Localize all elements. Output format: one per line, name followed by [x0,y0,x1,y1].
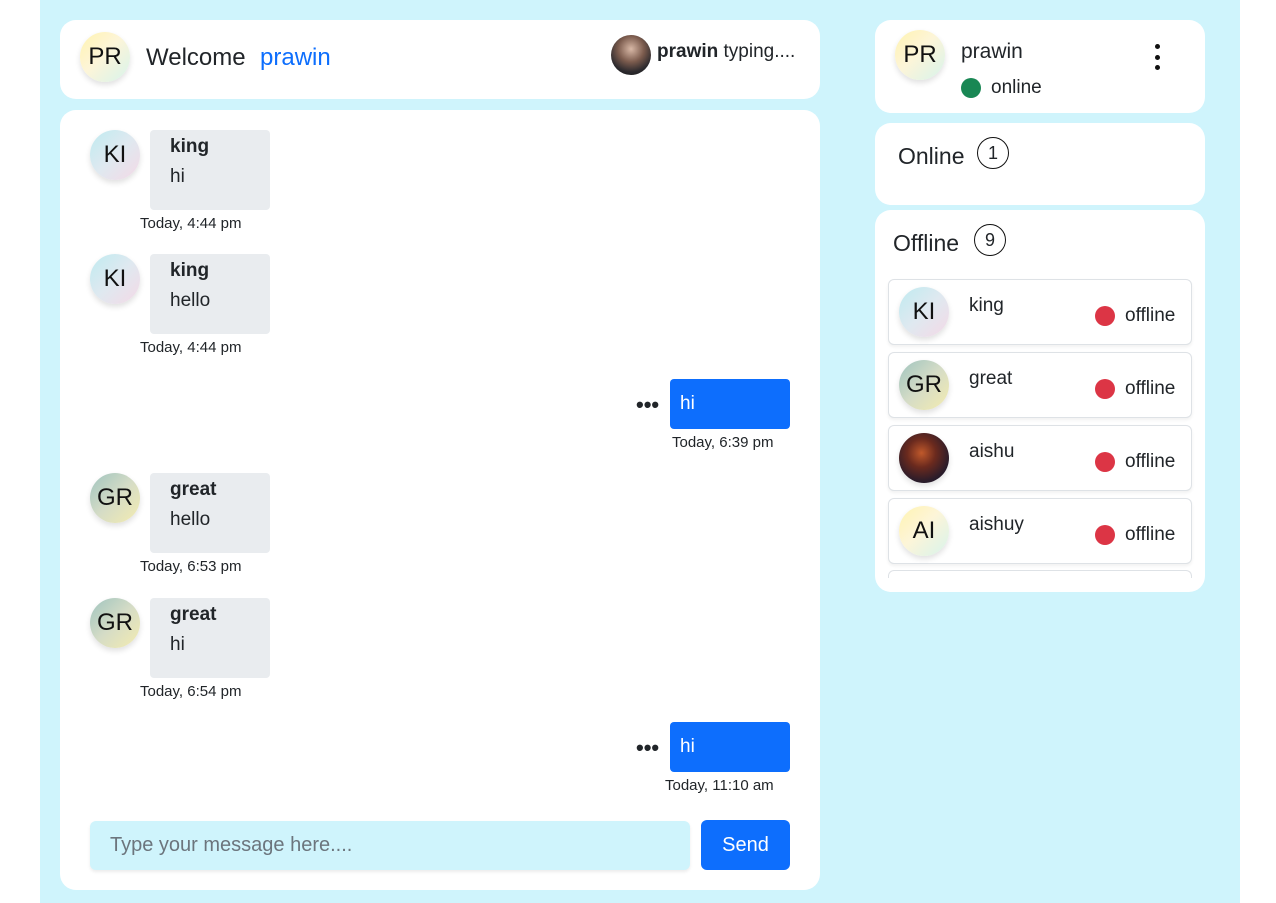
user-name: king [969,295,1004,316]
message-bubble: king hello [150,254,270,334]
message-bubble: great hi [150,598,270,678]
user-list-item[interactable]: KI king offline [888,279,1192,345]
offline-users-section: Offline 9 KI king offline GR great offli… [875,210,1205,592]
chat-header: PR Welcome prawin prawin typing.... [60,20,820,99]
message-input[interactable] [90,821,690,870]
offline-count-badge: 9 [974,224,1006,256]
online-users-section: Online 1 [875,123,1205,205]
message-sender: great [170,604,217,625]
typing-user-avatar [611,35,651,75]
offline-section-title: Offline [893,230,960,256]
send-button[interactable]: Send [701,820,790,870]
typing-username: prawin [657,41,719,62]
sender-avatar: GR [90,473,140,523]
offline-status-icon [1095,306,1115,326]
user-name: aishu [969,441,1015,462]
typing-indicator: prawin typing.... [657,41,795,63]
more-options-icon[interactable] [1147,44,1167,70]
message-sender: king [170,136,210,157]
message-options-icon[interactable]: ••• [636,737,659,759]
online-count-badge: 1 [977,137,1009,169]
message-bubble: king hi [150,130,270,210]
typing-status: typing.... [723,41,796,62]
app-background: PR Welcome prawin prawin typing.... KI k… [40,0,1240,903]
profile-status: online [991,77,1042,98]
online-status-icon [961,78,981,98]
message-time: Today, 4:44 pm [140,215,242,232]
message-time: Today, 11:10 am [665,777,774,794]
offline-status-icon [1095,525,1115,545]
user-avatar: GR [899,360,949,410]
message-time: Today, 4:44 pm [140,339,242,356]
current-username[interactable]: prawin [260,44,331,72]
user-avatar-image [899,433,949,483]
user-status: offline [1125,524,1176,545]
welcome-label: Welcome [146,44,246,71]
user-avatar: KI [899,287,949,337]
user-status: offline [1125,378,1176,399]
profile-name: prawin [961,40,1023,63]
offline-status-icon [1095,379,1115,399]
user-list-item-partial[interactable] [888,570,1192,578]
message-bubble-own: hi [670,722,790,772]
message-bubble-own: hi [670,379,790,429]
offline-status-icon [1095,452,1115,472]
user-name: great [969,368,1013,389]
profile-card: PR prawin online [875,20,1205,113]
message-text: hello [170,509,211,530]
user-avatar: AI [899,506,949,556]
message-text: hi [170,634,185,655]
message-sender: great [170,479,217,500]
online-section-title: Online [898,143,965,169]
user-list-item[interactable]: AI aishuy offline [888,498,1192,564]
user-status: offline [1125,451,1176,472]
message-options-icon[interactable]: ••• [636,394,659,416]
sender-avatar: KI [90,254,140,304]
message-time: Today, 6:53 pm [140,558,242,575]
message-time: Today, 6:39 pm [672,434,774,451]
chat-panel: KI king hi Today, 4:44 pm KI king hello … [60,110,820,890]
message-text: hi [170,166,185,187]
message-bubble: great hello [150,473,270,553]
sender-avatar: KI [90,130,140,180]
message-text: hello [170,290,211,311]
user-list-item[interactable]: aishu offline [888,425,1192,491]
message-sender: king [170,260,210,281]
sender-avatar: GR [90,598,140,648]
user-list-item[interactable]: GR great offline [888,352,1192,418]
user-status: offline [1125,305,1176,326]
message-time: Today, 6:54 pm [140,683,242,700]
profile-avatar: PR [895,30,945,80]
user-name: aishuy [969,514,1024,535]
current-user-avatar: PR [80,32,130,82]
